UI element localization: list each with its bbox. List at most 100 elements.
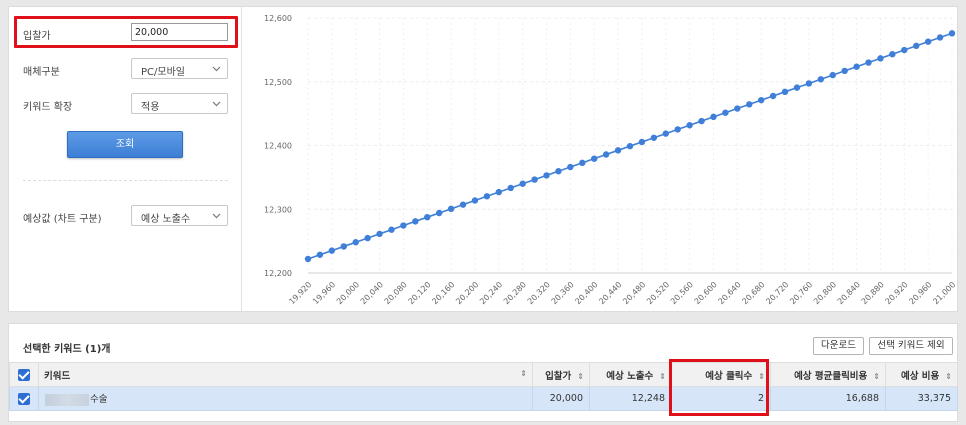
data-point[interactable]: [817, 76, 825, 83]
estimate-type-select[interactable]: 예상 노출수: [131, 205, 228, 226]
filter-panel: 입찰가 매체구분 PC/모바일 키워드 확장 적용 조회 예상값 (차트 구분)…: [9, 7, 242, 311]
keyword-expand-select[interactable]: 적용: [131, 93, 228, 114]
download-button[interactable]: 다운로드: [813, 337, 864, 355]
data-point[interactable]: [674, 126, 681, 133]
column-bid[interactable]: 입찰가 ⇕: [532, 362, 590, 387]
data-point[interactable]: [424, 213, 431, 221]
table-row[interactable]: 수술 20,000 12,248 2 16,688 33,375: [9, 386, 958, 411]
media-label: 매체구분: [23, 67, 60, 78]
x-tick-label: 20,200: [454, 280, 480, 306]
sort-icon: ⇕: [873, 371, 880, 381]
data-point[interactable]: [769, 92, 777, 100]
bid-cell: 20,000: [532, 386, 590, 411]
data-point[interactable]: [781, 88, 789, 96]
data-point[interactable]: [638, 138, 646, 146]
data-point[interactable]: [555, 168, 562, 175]
sort-icon: ⇕: [577, 371, 584, 381]
y-tick-label: 12,500: [264, 78, 292, 87]
data-point[interactable]: [626, 142, 634, 150]
data-point[interactable]: [793, 84, 801, 91]
data-point[interactable]: [650, 134, 658, 141]
data-point[interactable]: [686, 122, 693, 129]
y-tick-label: 12,300: [264, 205, 292, 214]
data-point[interactable]: [877, 55, 884, 62]
data-point[interactable]: [483, 193, 491, 200]
column-keyword[interactable]: 키워드 ⇕: [38, 362, 533, 387]
data-point[interactable]: [340, 243, 347, 250]
data-point[interactable]: [352, 239, 359, 246]
remove-selected-keywords-button[interactable]: 선택 키워드 제외: [869, 337, 953, 355]
x-tick-label: 20,480: [621, 280, 647, 306]
data-point[interactable]: [471, 197, 479, 204]
data-point[interactable]: [924, 38, 932, 45]
x-tick-label: 20,080: [383, 280, 409, 306]
row-checkbox[interactable]: [18, 392, 30, 405]
data-point[interactable]: [602, 151, 610, 158]
data-point[interactable]: [662, 130, 669, 137]
data-point[interactable]: [722, 109, 729, 116]
data-point[interactable]: [459, 201, 467, 208]
y-axis: 12,600 12,500 12,400 12,300 12,200: [264, 14, 292, 278]
bid-input[interactable]: [131, 23, 228, 41]
data-point[interactable]: [614, 147, 622, 154]
chevron-down-icon: [212, 66, 221, 72]
row-select-cell: [9, 386, 39, 411]
data-point[interactable]: [543, 172, 550, 179]
data-point[interactable]: [841, 67, 848, 75]
data-point[interactable]: [567, 163, 574, 171]
data-point[interactable]: [853, 63, 860, 70]
data-point[interactable]: [579, 159, 586, 167]
data-point[interactable]: [495, 188, 503, 196]
data-point[interactable]: [698, 117, 705, 125]
data-point[interactable]: [889, 50, 896, 58]
data-point[interactable]: [400, 222, 407, 229]
data-point[interactable]: [710, 113, 717, 121]
estimate-type-label: 예상값 (차트 구분): [23, 214, 102, 225]
x-tick-label: 20,440: [597, 280, 623, 306]
data-point[interactable]: [412, 218, 419, 225]
data-point[interactable]: [901, 46, 908, 54]
data-point[interactable]: [447, 205, 455, 213]
data-point[interactable]: [519, 180, 526, 187]
data-point[interactable]: [734, 105, 741, 112]
data-point[interactable]: [746, 101, 753, 108]
select-all-cell: [9, 362, 39, 387]
divider: [23, 180, 228, 181]
x-tick-label: 20,120: [407, 280, 433, 306]
impressions-line-chart: 12,600 12,500 12,400 12,300 12,200 19,92019,…: [264, 14, 957, 306]
data-point[interactable]: [829, 71, 836, 79]
data-point[interactable]: [531, 176, 538, 183]
cost-cell: 33,375: [885, 386, 958, 411]
data-point[interactable]: [435, 209, 443, 217]
x-tick-label: 20,360: [550, 280, 576, 306]
data-point[interactable]: [364, 234, 371, 242]
column-avg-cpc[interactable]: 예상 평균클릭비용 ⇕: [770, 362, 886, 387]
selected-keywords-panel: 선택한 키워드 (1)개 다운로드 선택 키워드 제외 키워드 ⇕ 입찰가 ⇕ 예상…: [8, 323, 958, 422]
x-tick-label: 20,040: [359, 280, 385, 306]
data-point[interactable]: [316, 251, 324, 258]
y-tick-label: 12,400: [264, 142, 292, 151]
impressions-cell: 12,248: [589, 386, 672, 411]
data-point[interactable]: [507, 184, 514, 192]
data-point[interactable]: [805, 80, 813, 87]
data-point[interactable]: [948, 30, 956, 37]
media-row: 매체구분 PC/모바일: [23, 58, 228, 80]
select-all-checkbox[interactable]: [18, 368, 30, 381]
column-impressions[interactable]: 예상 노출수 ⇕: [589, 362, 672, 387]
media-select[interactable]: PC/모바일: [131, 58, 228, 79]
sort-icon: ⇕: [945, 371, 952, 381]
data-point[interactable]: [591, 155, 598, 162]
search-button[interactable]: 조회: [67, 131, 183, 158]
data-point[interactable]: [757, 96, 765, 104]
data-point[interactable]: [865, 59, 872, 66]
data-point[interactable]: [913, 42, 920, 50]
data-point[interactable]: [304, 255, 312, 263]
data-point[interactable]: [388, 226, 395, 233]
data-point[interactable]: [376, 230, 383, 238]
estimate-type-value: 예상 노출수: [141, 214, 191, 225]
column-cost[interactable]: 예상 비용 ⇕: [885, 362, 958, 387]
bid-label: 입찰가: [23, 31, 51, 42]
data-point[interactable]: [936, 34, 944, 41]
data-point[interactable]: [328, 247, 336, 254]
keyword-expand-row: 키워드 확장 적용: [23, 93, 228, 115]
